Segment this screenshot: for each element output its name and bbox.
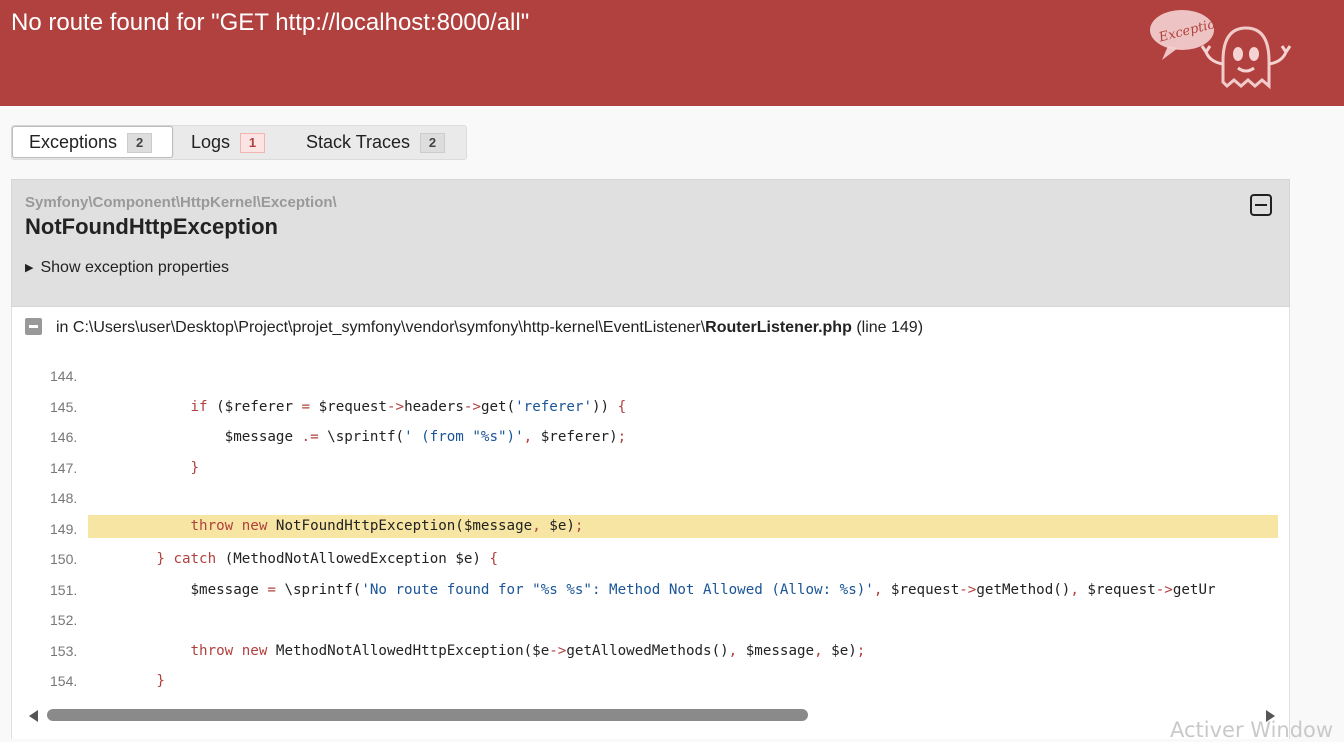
code-line: 149. throw new NotFoundHttpException($me… — [12, 514, 1278, 545]
line-number: 151. — [50, 581, 78, 598]
line-number: 149. — [50, 520, 78, 537]
code-text: throw new NotFoundHttpException($message… — [88, 514, 1278, 538]
line-number: 154. — [50, 673, 78, 689]
tab-exceptions-label: Exceptions — [29, 132, 118, 152]
tab-logs[interactable]: Logs 1 — [175, 126, 290, 159]
trace-in-label: in — [56, 319, 69, 336]
tab-logs-label: Logs — [191, 132, 231, 152]
trace-panel: in C:\Users\user\Desktop\Project\projet_… — [11, 307, 1290, 739]
code-text: $message .= \sprintf(' (from "%s")', $re… — [88, 429, 627, 445]
code-line: 152. — [12, 605, 1278, 636]
line-number: 152. — [50, 612, 78, 628]
exception-ghost-logo: Exception! — [1150, 10, 1292, 90]
tab-exceptions[interactable]: Exceptions 2 — [12, 126, 173, 158]
horizontal-scrollbar[interactable] — [27, 708, 1275, 722]
show-exception-properties[interactable]: ▶ Show exception properties — [25, 259, 229, 277]
page-header: No route found for "GET http://localhost… — [0, 0, 1344, 106]
code-line: 153. throw new MethodNotAllowedHttpExcep… — [12, 636, 1278, 667]
exception-summary: Symfony\Component\HttpKernel\Exception\ … — [11, 179, 1290, 307]
code-text: $message = \sprintf('No route found for … — [88, 581, 1216, 598]
code-text: } — [190, 459, 200, 476]
tab-exceptions-count: 2 — [127, 133, 153, 153]
code-line: 147. } — [12, 453, 1278, 484]
scroll-left-icon[interactable] — [29, 710, 38, 722]
line-number: 150. — [50, 551, 78, 567]
windows-activation-watermark: Activer Window — [1170, 718, 1334, 742]
line-number: 144. — [50, 368, 78, 384]
line-number: 147. — [50, 459, 78, 476]
page-title: No route found for "GET http://localhost… — [11, 9, 530, 36]
code-line: 150. } catch (MethodNotAllowedException … — [12, 544, 1278, 575]
line-number: 148. — [50, 490, 78, 506]
code-text: if ($referer = $request->headers->get('r… — [190, 398, 627, 415]
code-text: } catch (MethodNotAllowedException $e) { — [156, 551, 499, 567]
tab-logs-count: 1 — [240, 133, 266, 153]
code-text: } — [156, 673, 165, 689]
line-number: 153. — [50, 642, 78, 659]
line-number: 146. — [50, 429, 78, 445]
trace-file: RouterListener.php — [705, 319, 852, 336]
collapse-exception-button[interactable] — [1250, 194, 1272, 216]
code-line: 148. — [12, 483, 1278, 514]
tab-stack-traces-label: Stack Traces — [306, 132, 411, 152]
tab-bar: Exceptions 2 Logs 1 Stack Traces 2 — [11, 125, 467, 160]
collapse-trace-icon[interactable] — [25, 318, 42, 335]
caret-right-icon: ▶ — [25, 262, 34, 274]
code-excerpt: 144. 145. if ($referer = $request->header… — [12, 361, 1278, 697]
exception-class: NotFoundHttpException — [25, 214, 278, 239]
tab-stack-traces[interactable]: Stack Traces 2 — [290, 126, 466, 159]
scrollbar-thumb[interactable] — [47, 709, 808, 721]
exception-namespace: Symfony\Component\HttpKernel\Exception\ — [25, 194, 337, 211]
line-number: 145. — [50, 398, 78, 415]
code-line: 145. if ($referer = $request->headers->g… — [12, 392, 1278, 423]
code-line: 151. $message = \sprintf('No route found… — [12, 575, 1278, 606]
show-exception-properties-label: Show exception properties — [40, 259, 230, 276]
tab-stack-traces-count: 2 — [420, 133, 446, 153]
trace-path: C:\Users\user\Desktop\Project\projet_sym… — [72, 319, 706, 336]
trace-line-info: (line 149) — [856, 319, 924, 336]
trace-header: in C:\Users\user\Desktop\Project\projet_… — [25, 318, 923, 337]
code-line: 146. $message .= \sprintf(' (from "%s")'… — [12, 422, 1278, 453]
code-line: 144. — [12, 361, 1278, 392]
code-text: throw new MethodNotAllowedHttpException(… — [190, 642, 866, 659]
code-line: 154. } — [12, 666, 1278, 697]
